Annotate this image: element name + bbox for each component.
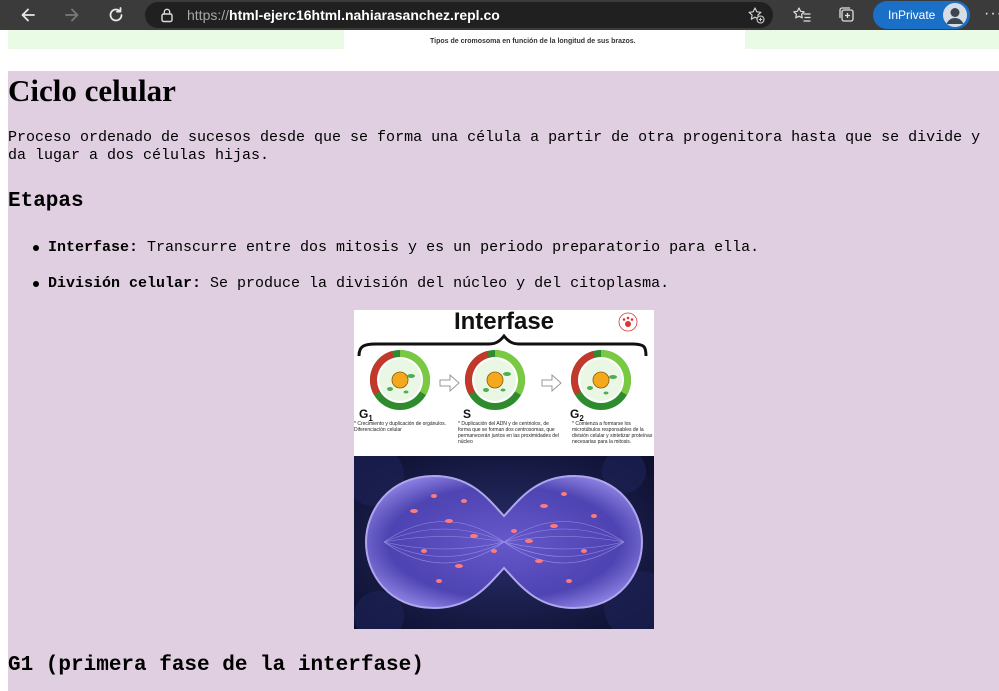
- mitosis-image: [354, 456, 654, 629]
- previous-section: Tipos de cromosoma en función de la long…: [0, 30, 999, 70]
- favorites-icon[interactable]: [792, 5, 812, 25]
- add-favorite-icon[interactable]: [747, 6, 765, 24]
- lock-icon: [161, 8, 173, 23]
- stages-list: Interfase: Transcurre entre dos mitosis …: [8, 239, 759, 311]
- stages-heading: Etapas: [8, 190, 84, 213]
- profile-icon: [943, 3, 967, 27]
- inprivate-label: InPrivate: [888, 8, 936, 22]
- bullet-icon: [33, 245, 39, 251]
- settings-more-button[interactable]: ···: [984, 6, 999, 22]
- url-protocol: https://: [187, 7, 230, 23]
- bullet-icon: [33, 281, 39, 287]
- browser-toolbar: https://html-ejerc16html.nahiarasanchez.…: [0, 0, 999, 30]
- back-button[interactable]: [15, 3, 41, 27]
- stage-term: Interfase:: [48, 239, 139, 256]
- address-bar[interactable]: https://html-ejerc16html.nahiarasanchez.…: [145, 2, 773, 28]
- phase-note: * Duplicación del ADN y de centriolos, d…: [458, 421, 559, 445]
- stage-text: Transcurre entre dos mitosis y es un per…: [138, 239, 760, 256]
- cell-g1-icon: [369, 350, 431, 410]
- cell-g2-icon: [570, 350, 632, 410]
- phase-note: * Comienza a formarse los microtúbulos r…: [572, 421, 652, 445]
- arrow-right-icon: [439, 373, 460, 393]
- forward-button[interactable]: [59, 3, 85, 27]
- avatar: [943, 3, 967, 27]
- refresh-icon: [109, 7, 123, 22]
- interfase-diagram: Interfase G1 S G2 * Crecimiento y duplic…: [354, 310, 652, 445]
- paw-logo-icon: [618, 312, 638, 332]
- dividing-cell-illustration: [354, 456, 654, 629]
- section-title: Ciclo celular: [8, 73, 176, 108]
- section-intro: Proceso ordenado de sucesos desde que se…: [8, 129, 981, 164]
- refresh-button[interactable]: [103, 3, 129, 27]
- chromosome-figure-caption: Tipos de cromosoma en función de la long…: [430, 38, 636, 45]
- previous-section-bg-right: [745, 30, 999, 49]
- previous-section-bg-left: [8, 30, 344, 49]
- arrow-right-icon: [65, 8, 79, 22]
- list-item: División celular: Se produce la división…: [8, 275, 759, 311]
- cell-s-icon: [464, 350, 526, 410]
- list-item: Interfase: Transcurre entre dos mitosis …: [8, 239, 759, 275]
- g1-heading: G1 (primera fase de la interfase): [8, 654, 424, 677]
- cell-cycle-section: Ciclo celular Proceso ordenado de suceso…: [8, 71, 999, 691]
- stage-text: Se produce la división del núcleo y del …: [201, 275, 670, 292]
- collections-icon[interactable]: [837, 5, 857, 25]
- inprivate-button[interactable]: InPrivate: [873, 1, 970, 29]
- interfase-figure: Interfase G1 S G2 * Crecimiento y duplic…: [354, 310, 654, 456]
- url-text[interactable]: https://html-ejerc16html.nahiarasanchez.…: [187, 7, 500, 23]
- interfase-title: Interfase: [454, 310, 554, 335]
- arrow-left-icon: [21, 8, 35, 22]
- phase-note: * Crecimiento y duplicación de orgánulos…: [354, 421, 446, 433]
- arrow-right-icon: [541, 373, 562, 393]
- stage-term: División celular:: [48, 275, 202, 292]
- url-host: html-ejerc16html.nahiarasanchez.repl.co: [229, 7, 500, 23]
- phase-label: S: [463, 407, 471, 421]
